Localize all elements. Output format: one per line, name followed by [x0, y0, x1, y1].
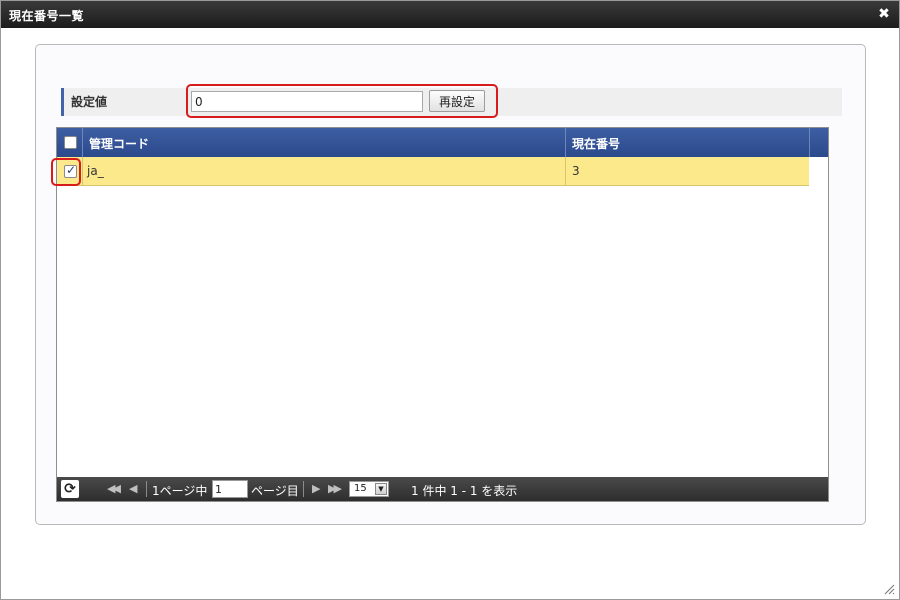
row-code: ja_: [87, 164, 104, 178]
setting-label: 設定値: [71, 95, 108, 109]
page-number-input[interactable]: [212, 480, 248, 498]
dialog-title: 現在番号一覧: [9, 9, 85, 23]
dialog-titlebar[interactable]: 現在番号一覧 ✖: [1, 1, 899, 28]
table-row[interactable]: ja_ 3: [51, 157, 809, 186]
pager: ⟳ ◀◀ ◀ 1ページ中 ページ目 ▶ ▶▶ 15 ▼ 1 件中 1 - 1 を…: [57, 477, 828, 501]
column-header-code[interactable]: 管理コード: [83, 128, 566, 157]
column-header-current-label: 現在番号: [572, 137, 621, 151]
chevron-down-icon: ▼: [375, 483, 387, 495]
page-prefix: 1ページ中: [152, 484, 208, 498]
first-page-icon[interactable]: ◀◀: [107, 482, 121, 495]
grid-header: 管理コード 現在番号: [57, 128, 828, 157]
current-number-dialog: 現在番号一覧 ✖ 設定値 再設定 管理コード 現在番号: [0, 0, 900, 600]
row-code-cell: ja_: [83, 157, 566, 186]
last-page-icon[interactable]: ▶▶: [328, 482, 342, 495]
content-panel: 設定値 再設定 管理コード 現在番号: [35, 44, 866, 525]
row-current-cell: 3: [566, 157, 809, 186]
pager-summary: 1 件中 1 - 1 を表示: [411, 484, 518, 498]
refresh-icon[interactable]: ⟳: [61, 480, 79, 498]
number-grid: 管理コード 現在番号 ja_ 3 ⟳ ◀◀: [51, 127, 829, 502]
resize-grip-icon[interactable]: [883, 583, 895, 595]
pager-separator: [303, 481, 304, 497]
setting-value-input[interactable]: [191, 91, 423, 112]
next-page-icon[interactable]: ▶: [312, 482, 321, 495]
prev-page-icon[interactable]: ◀: [129, 482, 138, 495]
page-suffix: ページ目: [251, 484, 299, 498]
close-icon[interactable]: ✖: [877, 6, 891, 22]
row-current: 3: [572, 164, 580, 178]
column-header-current[interactable]: 現在番号: [566, 128, 810, 157]
rows-per-page-value: 15: [354, 483, 367, 494]
checkbox-highlight: [51, 158, 81, 186]
pager-separator: [146, 481, 147, 497]
header-checkbox-cell: [57, 128, 83, 157]
rows-per-page-select[interactable]: 15 ▼: [349, 481, 389, 497]
column-header-code-label: 管理コード: [89, 137, 150, 151]
select-all-checkbox[interactable]: [64, 136, 77, 149]
reset-button[interactable]: 再設定: [429, 90, 485, 112]
